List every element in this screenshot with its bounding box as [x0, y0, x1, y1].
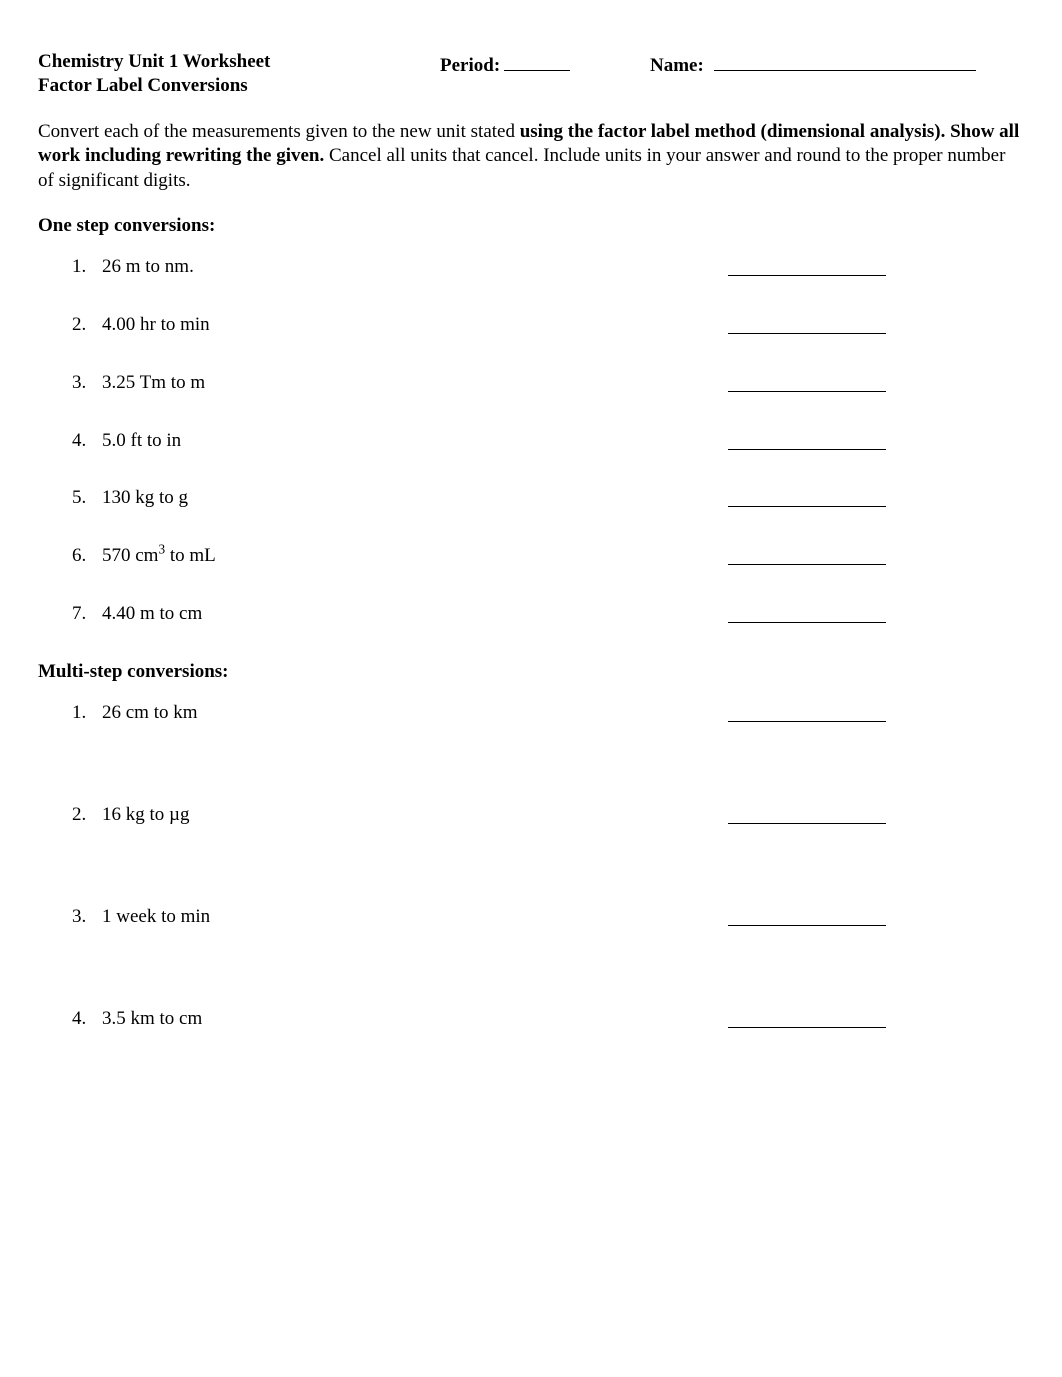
- answer-blank[interactable]: [728, 1007, 886, 1028]
- answer-blank[interactable]: [728, 602, 886, 623]
- question-text: 26 cm to km: [102, 701, 728, 725]
- question-text: 26 m to nm.: [102, 255, 728, 279]
- question-list: 1.26 m to nm. 2. 4.00 hr to min 3.3.25 Tm …: [72, 255, 1024, 625]
- question-row: 2.16 kg to µg: [72, 803, 1024, 827]
- header-title-block: Chemistry Unit 1 Worksheet Factor Label …: [38, 50, 440, 98]
- answer-blank[interactable]: [728, 371, 886, 392]
- question-text: 570 cm3 to mL: [102, 544, 728, 568]
- question-number: 4.: [72, 1007, 102, 1031]
- question-row: 1.26 m to nm.: [72, 255, 1024, 279]
- question-row: 6.570 cm3 to mL: [72, 544, 1024, 568]
- question-number: 2.: [72, 803, 102, 827]
- answer-blank[interactable]: [728, 905, 886, 926]
- question-number: 5.: [72, 486, 102, 510]
- answer-blank[interactable]: [728, 544, 886, 565]
- question-text: 4.40 m to cm: [102, 602, 728, 626]
- answer-blank[interactable]: [728, 701, 886, 722]
- question-row: 4.5.0 ft to in: [72, 429, 1024, 453]
- instructions-paragraph: Convert each of the measurements given t…: [38, 120, 1024, 194]
- question-text: 3.25 Tm to m: [102, 371, 728, 395]
- instructions-text-1: Convert each of the measurements given t…: [38, 121, 520, 142]
- question-text: 3.5 km to cm: [102, 1007, 728, 1031]
- question-row: 3.3.25 Tm to m: [72, 371, 1024, 395]
- answer-blank[interactable]: [728, 313, 886, 334]
- question-row: 5.130 kg to g: [72, 486, 1024, 510]
- question-row: 2. 4.00 hr to min: [72, 313, 1024, 337]
- question-row: 3.1 week to min: [72, 905, 1024, 929]
- question-number: 1.: [72, 255, 102, 279]
- name-label: Name:: [650, 54, 704, 78]
- answer-blank[interactable]: [728, 803, 886, 824]
- question-row: 1.26 cm to km: [72, 701, 1024, 725]
- question-row: 7.4.40 m to cm: [72, 602, 1024, 626]
- answer-blank[interactable]: [728, 429, 886, 450]
- question-number: 3.: [72, 905, 102, 929]
- name-blank[interactable]: [714, 50, 976, 71]
- period-blank[interactable]: [504, 50, 570, 71]
- question-number: 7.: [72, 602, 102, 626]
- question-text: 1 week to min: [102, 905, 728, 929]
- question-number: 1.: [72, 701, 102, 725]
- worksheet-title-line1: Chemistry Unit 1 Worksheet: [38, 50, 440, 74]
- question-text: 16 kg to µg: [102, 803, 728, 827]
- sections-container: One step conversions:1.26 m to nm.2. 4.0…: [38, 214, 1024, 1031]
- section-heading: Multi-step conversions:: [38, 660, 1024, 684]
- question-number: 6.: [72, 544, 102, 568]
- question-text: 4.00 hr to min: [102, 313, 728, 337]
- question-list: 1.26 cm to km 2.16 kg to µg 3.1 week to mi…: [72, 701, 1024, 1030]
- question-number: 4.: [72, 429, 102, 453]
- worksheet-title-line2: Factor Label Conversions: [38, 74, 440, 98]
- period-label: Period:: [440, 54, 500, 78]
- name-field: Name:: [650, 50, 1024, 78]
- answer-blank[interactable]: [728, 486, 886, 507]
- period-field: Period:: [440, 50, 650, 78]
- section-heading: One step conversions:: [38, 214, 1024, 238]
- question-number: 3.: [72, 371, 102, 395]
- worksheet-header: Chemistry Unit 1 Worksheet Factor Label …: [38, 50, 1024, 98]
- question-text: 5.0 ft to in: [102, 429, 728, 453]
- answer-blank[interactable]: [728, 255, 886, 276]
- question-text: 130 kg to g: [102, 486, 728, 510]
- question-number: 2.: [72, 313, 102, 337]
- question-row: 4.3.5 km to cm: [72, 1007, 1024, 1031]
